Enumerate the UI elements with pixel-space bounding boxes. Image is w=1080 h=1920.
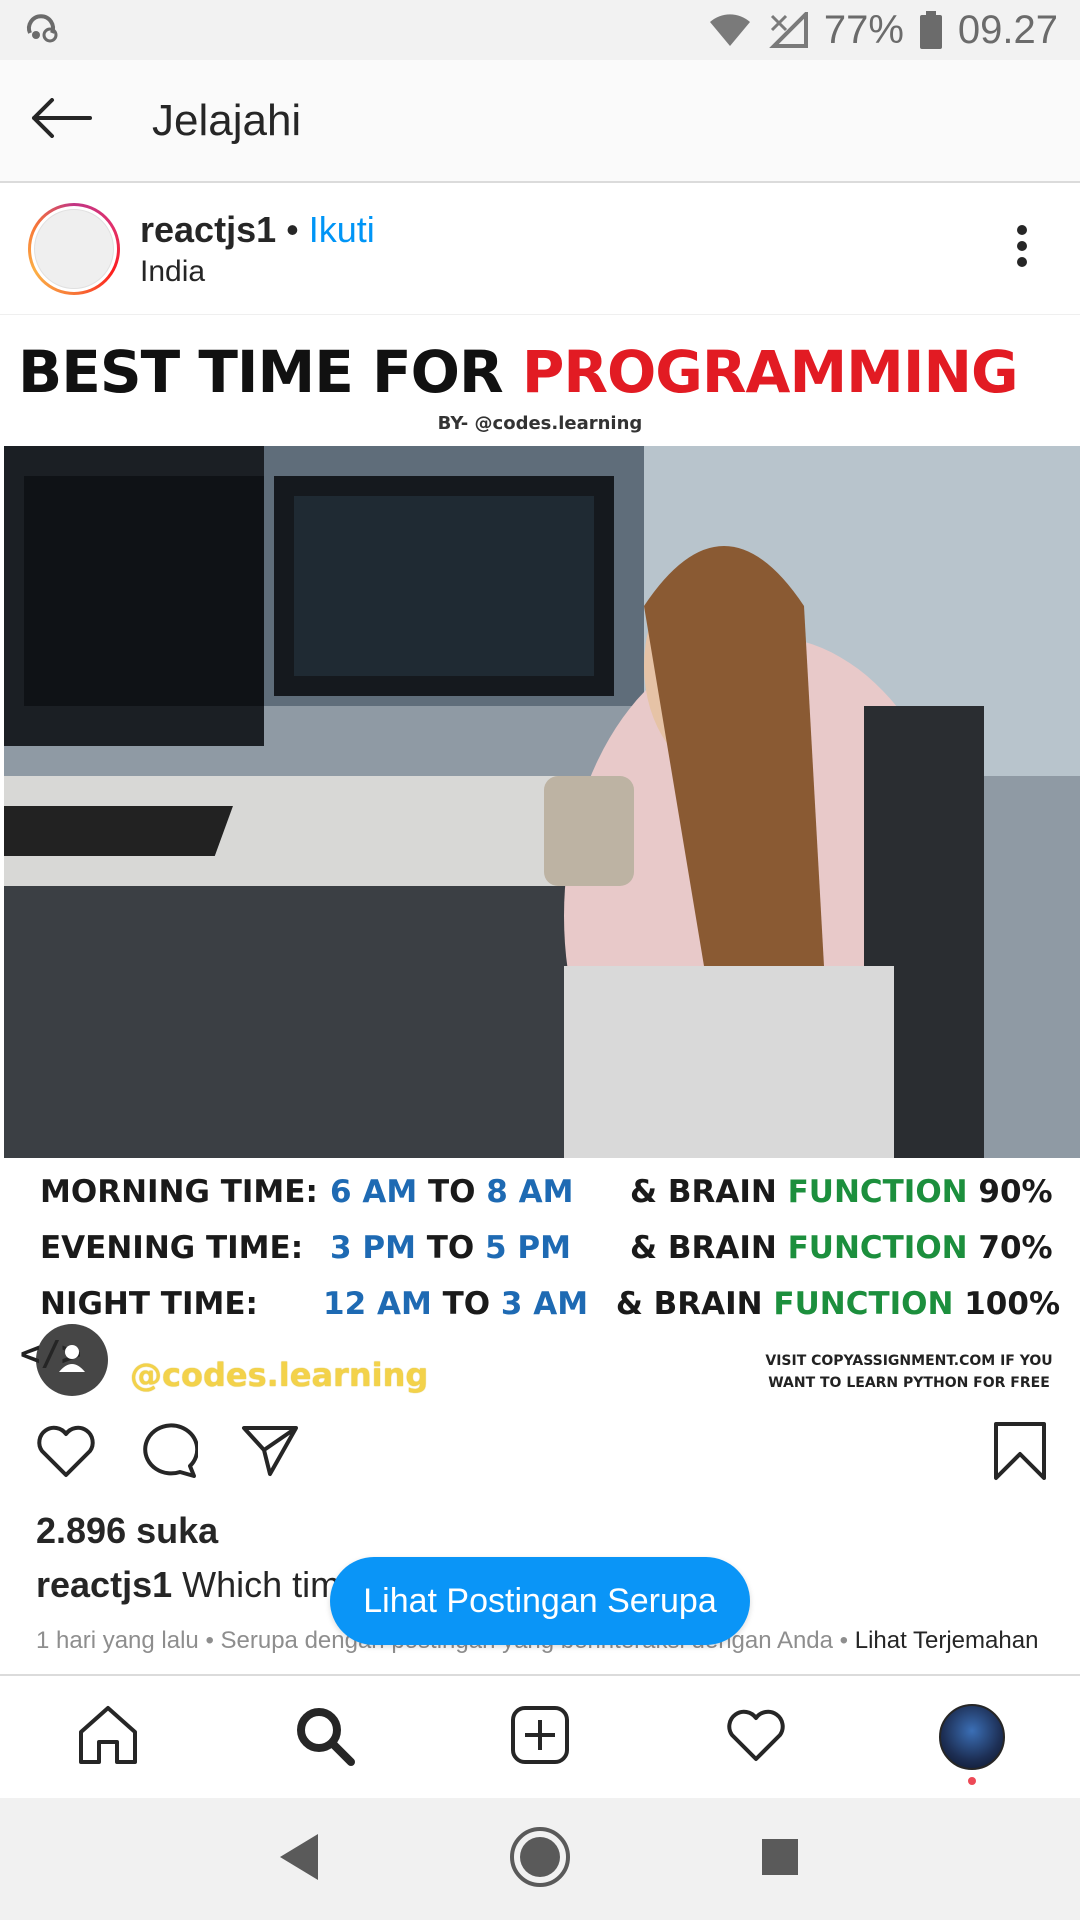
activity-heart-icon	[725, 1707, 787, 1768]
notification-dot	[968, 1777, 976, 1785]
nav-profile[interactable]	[912, 1677, 1032, 1797]
post-image[interactable]: BEST TIME FOR PROGRAMMING BY- @codes.lea…	[0, 316, 1080, 1396]
person-icon	[54, 1340, 90, 1381]
battery-percent: 77%	[823, 7, 904, 52]
follow-button[interactable]: Ikuti	[309, 209, 375, 251]
home-icon	[77, 1704, 139, 1771]
circle-home-icon	[509, 1826, 571, 1893]
nav-home[interactable]	[48, 1677, 168, 1797]
image-byline: BY- @codes.learning	[437, 413, 643, 434]
triangle-back-icon	[278, 1832, 322, 1887]
image-visit-text: VISIT COPYASSIGNMENT.COM IF YOU WANT TO …	[765, 1353, 1053, 1391]
stat-row-evening: EVENING TIME: 3 PM TO 5 PM & BRAIN FUNCT…	[40, 1230, 1053, 1266]
wifi-icon	[708, 12, 752, 48]
location-link[interactable]: India	[140, 255, 375, 289]
caption-username[interactable]: reactjs1	[36, 1564, 172, 1605]
save-button[interactable]	[980, 1413, 1060, 1493]
arrow-left-icon	[30, 98, 92, 143]
back-button[interactable]	[0, 59, 122, 182]
nav-search[interactable]	[264, 1677, 384, 1797]
stats-table: MORNING TIME: 6 AM TO 8 AM & BRAIN FUNCT…	[40, 1164, 1060, 1332]
image-headline: BEST TIME FOR PROGRAMMING	[18, 338, 1019, 406]
system-recents-button[interactable]	[730, 1809, 830, 1909]
battery-icon	[919, 11, 942, 49]
page-title: Jelajahi	[152, 95, 302, 145]
username-link[interactable]: reactjs1	[140, 209, 276, 251]
nav-activity[interactable]	[696, 1677, 816, 1797]
user-info: reactjs1 • Ikuti India	[140, 209, 375, 289]
comment-button[interactable]	[128, 1413, 208, 1493]
paper-plane-icon	[240, 1424, 300, 1483]
add-post-icon	[509, 1704, 571, 1771]
system-home-button[interactable]	[490, 1809, 590, 1909]
system-navigation	[0, 1798, 1080, 1920]
bookmark-icon	[992, 1420, 1048, 1487]
clock: 09.27	[957, 7, 1058, 52]
office-photo	[4, 446, 1080, 1158]
top-header: Jelajahi	[0, 60, 1080, 183]
post-header: reactjs1 • Ikuti India	[0, 183, 1080, 315]
app-notification-icon	[22, 5, 62, 55]
see-similar-posts-button[interactable]: Lihat Postingan Serupa	[330, 1557, 750, 1645]
post-actions	[0, 1408, 1080, 1498]
separator-dot: •	[286, 208, 299, 250]
image-handle: @codes.learning	[130, 1356, 429, 1394]
status-bar: 77% 09.27	[0, 0, 1080, 60]
profile-avatar	[939, 1704, 1005, 1770]
kebab-menu-icon	[1016, 224, 1028, 273]
share-button[interactable]	[230, 1413, 310, 1493]
see-translation-link[interactable]: Lihat Terjemahan	[855, 1627, 1039, 1654]
stat-row-morning: MORNING TIME: 6 AM TO 8 AM & BRAIN FUNCT…	[40, 1174, 1053, 1210]
comment-bubble-icon	[138, 1422, 200, 1485]
likes-count[interactable]: 2.896 suka	[36, 1510, 218, 1552]
more-options-button[interactable]	[1002, 209, 1042, 289]
stat-row-night: NIGHT TIME: 12 AM TO 3 AM & BRAIN FUNCTI…	[40, 1286, 1060, 1322]
tagged-users-button[interactable]	[36, 1324, 108, 1396]
search-icon	[293, 1704, 355, 1771]
nav-new-post[interactable]	[480, 1677, 600, 1797]
like-button[interactable]	[26, 1413, 106, 1493]
system-back-button[interactable]	[250, 1809, 350, 1909]
signal-icon	[768, 12, 808, 48]
heart-icon	[35, 1423, 97, 1484]
bottom-navigation	[0, 1674, 1080, 1798]
square-recents-icon	[760, 1837, 800, 1882]
avatar[interactable]	[28, 202, 120, 295]
